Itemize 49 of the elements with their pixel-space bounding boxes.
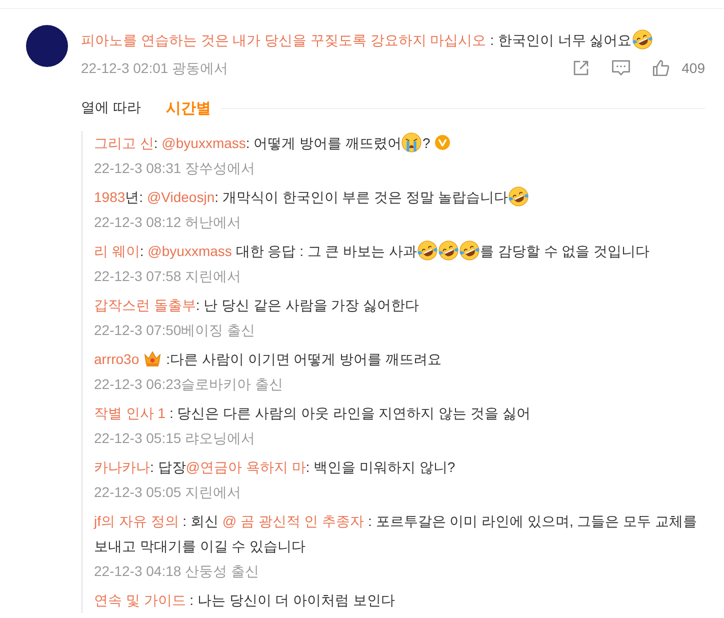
reply-text: 그리고 신: @byuxxmass: 어떻게 방어를 깨뜨렸어 ? bbox=[94, 131, 708, 156]
reply-text: 갑작스런 돌출부: 난 당신 같은 사람을 가장 싫어한다 bbox=[94, 296, 420, 315]
sort-tab[interactable]: 시간별 bbox=[166, 98, 211, 118]
username-link[interactable]: 작별 인사 1 bbox=[94, 405, 166, 421]
reply-text: arrro3o :다른 사람이 이기면 어떻게 방어를 깨뜨려요 bbox=[94, 349, 442, 369]
sort-tab[interactable]: 열에 따라 bbox=[81, 99, 141, 117]
mention-link[interactable]: @연금아 욕하지 마 bbox=[186, 459, 306, 475]
laughing-face-icon bbox=[632, 29, 653, 50]
username-link[interactable]: 1983 bbox=[94, 189, 126, 205]
laughing-face-icon bbox=[459, 240, 480, 261]
date-location-text: 22-12-3 05:15 랴오닝에서 bbox=[94, 429, 256, 448]
comment-icon[interactable] bbox=[610, 59, 631, 77]
reply-text: 리 웨이: @byuxxmass 대한 응답 : 그 큰 바보는 사과 를 감당할 수 없을 것입니다 bbox=[94, 239, 708, 264]
username-link[interactable]: 카나카나 bbox=[94, 459, 150, 475]
like-icon[interactable] bbox=[652, 59, 670, 77]
date-location-text: 22-12-3 02:01 광동에서 bbox=[81, 59, 230, 78]
username-link[interactable]: 피아노를 연습하는 것은 내가 당신을 꾸짖도록 강요하지 마십시오 bbox=[81, 32, 486, 48]
username-link[interactable]: 리 웨이 bbox=[94, 243, 140, 259]
date-location-text: 22-12-3 08:31 장쑤성에서 bbox=[94, 159, 256, 178]
mention-link[interactable]: @byuxxmass bbox=[162, 135, 246, 151]
date-location-text: 22-12-3 06:23슬로바키아 출신 bbox=[94, 375, 284, 394]
reply-text: 1983년: @Videosjn: 개막식이 한국인이 부른 것은 정말 놀랍습니다 bbox=[94, 185, 708, 210]
date-location-text: 22-12-3 08:12 허난에서 bbox=[94, 213, 242, 232]
date-location-text: 22-12-3 07:58 지린에서 bbox=[94, 267, 242, 286]
share-icon[interactable] bbox=[572, 59, 590, 77]
username-link[interactable]: 갑작스런 돌출부 bbox=[94, 297, 196, 313]
date-location-text: 22-12-3 05:05 지린에서 bbox=[94, 483, 242, 502]
mention-link[interactable]: @Videosjn bbox=[146, 189, 215, 205]
reply-text: jf의 자유 정의 : 회신 @ 곰 광신적 인 추종자 : 포르투갈은 이미 라인에 있으며, 그들은 모두 교체를 보내고 막대기를 이길 수 있습니다 bbox=[94, 512, 698, 556]
username-link[interactable]: jf의 자유 정의 bbox=[94, 513, 179, 529]
date-location-text: 22-12-3 04:18 산둥성 출신 bbox=[94, 562, 260, 581]
like-count: 409 bbox=[682, 59, 705, 78]
mention-link[interactable]: @ 곰 광신적 인 추종자 bbox=[222, 513, 364, 529]
laughing-face-icon bbox=[508, 186, 529, 207]
laughing-face-icon bbox=[438, 240, 460, 261]
username-link[interactable]: 연속 및 가이드 bbox=[94, 592, 186, 608]
verified-badge-icon bbox=[435, 135, 450, 150]
reply-text: 카나카나: 답장@연금아 욕하지 마: 백인을 미워하지 않니? bbox=[94, 458, 456, 477]
crown-icon bbox=[143, 350, 162, 367]
user-avatar bbox=[26, 25, 68, 67]
username-link[interactable]: arrro3o bbox=[94, 351, 140, 367]
laughing-face-icon bbox=[417, 240, 438, 261]
reply-text: 연속 및 가이드 : 나는 당신이 더 아이처럼 보인다 bbox=[94, 591, 396, 610]
reply-text: 작별 인사 1 : 당신은 다른 사람의 아웃 라인을 지연하지 않는 것을 싫어 bbox=[94, 404, 532, 423]
crying-face-icon bbox=[401, 132, 422, 153]
comment-text: 피아노를 연습하는 것은 내가 당신을 꾸짖도록 강요하지 마십시오 : 한국인이 너무 싫어요 bbox=[81, 28, 708, 52]
username-link[interactable]: 그리고 신 bbox=[94, 135, 154, 151]
mention-link[interactable]: @byuxxmass bbox=[148, 243, 232, 259]
date-location-text: 22-12-3 07:50베이징 출신 bbox=[94, 321, 256, 340]
